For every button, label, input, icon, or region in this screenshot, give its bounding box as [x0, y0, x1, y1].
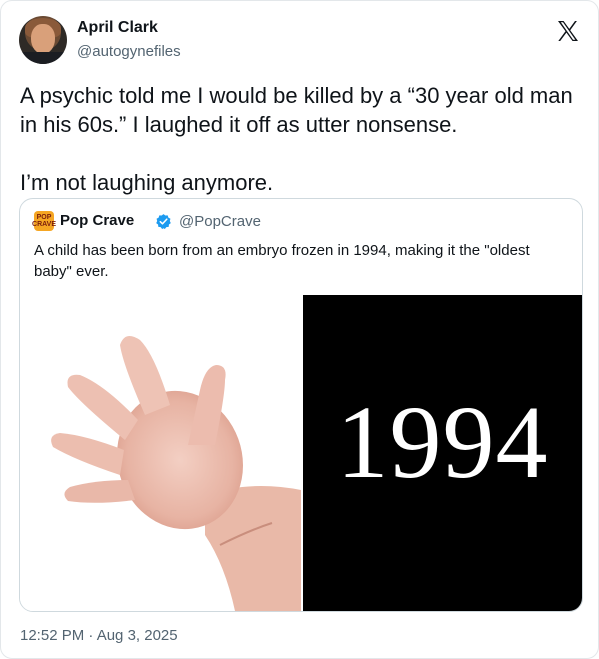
verified-badge-icon [156, 214, 171, 230]
quoted-avatar-text: POP CRAVE [32, 214, 56, 228]
quoted-author-name[interactable]: Pop Crave [60, 212, 134, 229]
tweet-card: April Clark @autogynefiles A psychic tol… [0, 0, 599, 659]
tweet-text: A psychic told me I would be killed by a… [20, 83, 573, 195]
avatar-face [31, 24, 55, 54]
x-logo-icon[interactable] [556, 19, 580, 43]
quoted-text: A child has been born from an embryo fro… [34, 242, 530, 280]
author-name[interactable]: April Clark [77, 19, 158, 37]
year-image[interactable]: 1994 [303, 295, 582, 611]
tweet-timestamp[interactable]: 12:52 PM · Aug 3, 2025 [20, 627, 178, 644]
quoted-author-handle[interactable]: @PopCrave [179, 213, 261, 230]
quoted-avatar[interactable]: POP CRAVE [32, 211, 56, 231]
author-avatar[interactable] [19, 16, 67, 64]
year-text: 1994 [336, 385, 549, 500]
baby-hand-illustration [51, 336, 301, 611]
quoted-tweet[interactable]: POP CRAVE Pop Crave @PopCrave A child ha… [19, 198, 583, 612]
baby-hand-image[interactable] [20, 295, 301, 611]
author-handle[interactable]: @autogynefiles [77, 43, 181, 60]
avatar-shirt [19, 52, 67, 64]
